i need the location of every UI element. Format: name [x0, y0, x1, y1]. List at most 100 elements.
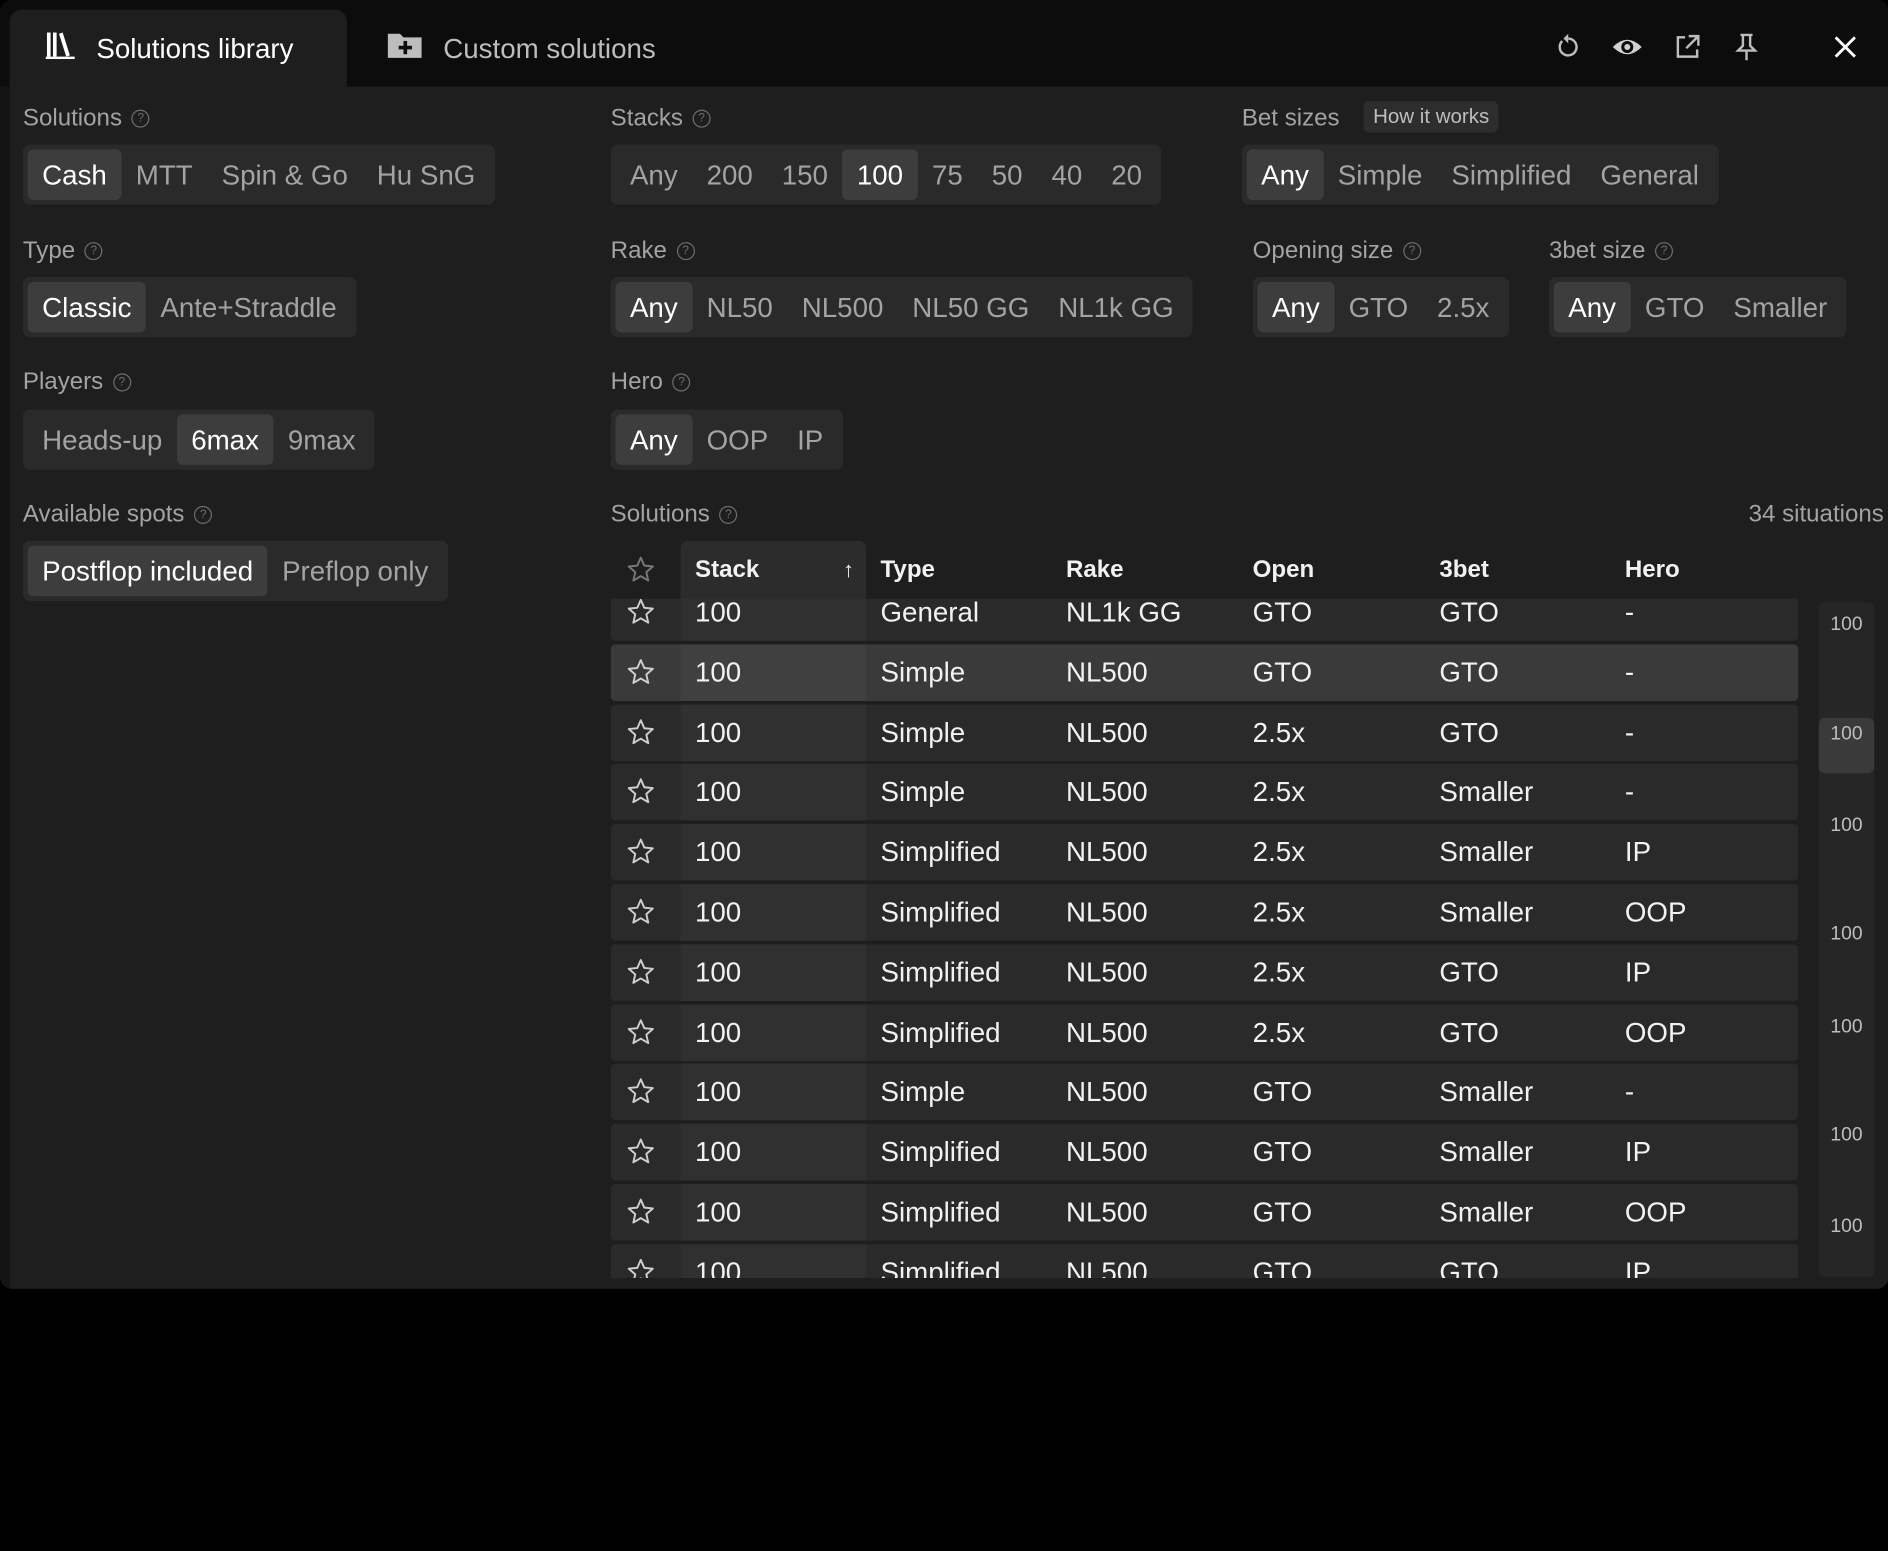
cell-rake: NL500 — [1065, 716, 1148, 748]
solutions-option[interactable]: MTT — [121, 149, 207, 200]
favorite-star-icon[interactable] — [626, 1017, 655, 1046]
threebet-option[interactable]: Smaller — [1719, 282, 1842, 333]
opening-filter-label: Opening size? — [1253, 237, 1422, 265]
opening-option[interactable]: 2.5x — [1423, 282, 1504, 333]
help-icon[interactable]: ? — [1655, 242, 1674, 261]
table-row[interactable]: 100 General NL1k GG GTO GTO - — [610, 598, 1799, 641]
table-row[interactable]: 100 Simplified NL500 GTO Smaller IP — [610, 1124, 1799, 1181]
help-icon[interactable]: ? — [719, 505, 738, 524]
help-icon[interactable]: ? — [1402, 242, 1422, 261]
favorite-star-icon[interactable] — [626, 598, 655, 627]
table-row[interactable]: 100 Simplified NL500 2.5x Smaller IP — [610, 824, 1799, 881]
cell-3bet: Smaller — [1439, 896, 1534, 928]
players-option[interactable]: Heads-up — [28, 414, 177, 465]
stacks-option[interactable]: 150 — [767, 149, 842, 200]
table-row[interactable]: 100 Simple NL500 2.5x Smaller - — [610, 764, 1799, 821]
favorite-column-star-icon[interactable] — [626, 541, 655, 599]
help-icon[interactable]: ? — [131, 109, 150, 128]
table-row[interactable]: 100 Simplified NL500 2.5x GTO IP — [610, 944, 1799, 1001]
pin-icon[interactable] — [1728, 29, 1764, 65]
table-row[interactable]: 100 Simplified NL500 2.5x GTO OOP — [610, 1004, 1799, 1061]
spots-option[interactable]: Postflop included — [27, 545, 268, 597]
threebet-option[interactable]: GTO — [1630, 282, 1718, 333]
cell-3bet: GTO — [1439, 1256, 1499, 1278]
reset-icon[interactable] — [1550, 29, 1586, 65]
table-scrollbar[interactable]: 100 100 100 100 100 100 100 — [1818, 602, 1875, 1277]
close-icon[interactable] — [1827, 29, 1863, 65]
table-row[interactable]: 100 Simple NL500 2.5x GTO - — [610, 704, 1799, 761]
stacks-option[interactable]: 75 — [918, 149, 978, 200]
rake-option[interactable]: NL50 — [692, 282, 787, 333]
tab-solutions-library[interactable]: Solutions library — [9, 9, 347, 87]
betsizes-option[interactable]: General — [1586, 149, 1713, 200]
stacks-option[interactable]: Any — [615, 149, 692, 200]
stacks-option[interactable]: 200 — [692, 149, 767, 200]
cell-hero: - — [1624, 716, 1635, 748]
betsizes-option[interactable]: Any — [1246, 149, 1324, 200]
stacks-option[interactable]: 40 — [1037, 149, 1097, 200]
favorite-star-icon[interactable] — [626, 1197, 655, 1226]
column-header-rake[interactable]: Rake — [1066, 541, 1124, 599]
help-icon[interactable]: ? — [194, 505, 213, 524]
stacks-option[interactable]: 50 — [977, 149, 1037, 200]
rake-option[interactable]: NL1k GG — [1044, 282, 1188, 333]
tab-label: Solutions library — [96, 31, 294, 64]
opening-option[interactable]: Any — [1257, 281, 1335, 333]
players-option[interactable]: 9max — [273, 414, 370, 465]
rake-option[interactable]: NL50 GG — [898, 282, 1044, 333]
cell-type: Simplified — [880, 896, 1001, 928]
tab-custom-solutions[interactable]: Custom solutions — [385, 10, 656, 87]
table-row[interactable]: 100 Simplified NL500 2.5x Smaller OOP — [610, 884, 1799, 941]
stacks-option[interactable]: 20 — [1097, 149, 1157, 200]
table-row[interactable]: 100 Simple NL500 GTO GTO - — [610, 644, 1799, 701]
favorite-star-icon[interactable] — [626, 837, 655, 866]
hero-option[interactable]: IP — [783, 414, 838, 465]
favorite-star-icon[interactable] — [626, 657, 655, 686]
eye-icon[interactable] — [1609, 29, 1645, 65]
betsizes-option[interactable]: Simple — [1323, 149, 1437, 200]
betsizes-option[interactable]: Simplified — [1437, 149, 1586, 200]
filters-panel: Solutions? Cash MTT Spin & Go Hu SnG Type? … — [9, 86, 1888, 1289]
table-row[interactable]: 100 Simplified NL500 GTO Smaller OOP — [610, 1184, 1799, 1241]
hero-option[interactable]: OOP — [692, 414, 782, 465]
column-header-3bet[interactable]: 3bet — [1439, 541, 1489, 599]
table-row[interactable]: 100 Simplified NL500 GTO GTO IP — [610, 1244, 1799, 1278]
column-header-open[interactable]: Open — [1253, 541, 1315, 599]
opening-segmented: Any GTO 2.5x — [1252, 277, 1509, 338]
favorite-star-icon[interactable] — [626, 1137, 655, 1166]
favorite-star-icon[interactable] — [626, 1257, 655, 1278]
column-header-hero[interactable]: Hero — [1625, 541, 1680, 599]
help-icon[interactable]: ? — [84, 242, 103, 261]
favorite-star-icon[interactable] — [626, 717, 655, 746]
type-option[interactable]: Ante+Straddle — [146, 282, 351, 333]
column-header-stack[interactable]: Stack ↑ — [680, 540, 867, 599]
favorite-star-icon[interactable] — [626, 957, 655, 986]
rake-option[interactable]: NL500 — [787, 282, 898, 333]
hero-option[interactable]: Any — [615, 414, 693, 465]
help-icon[interactable]: ? — [676, 242, 695, 261]
table-row[interactable]: 100 Simple NL500 GTO Smaller - — [610, 1064, 1799, 1121]
favorite-star-icon[interactable] — [626, 1077, 655, 1106]
cell-3bet: GTO — [1439, 956, 1499, 988]
folder-plus-icon — [385, 28, 424, 69]
threebet-option[interactable]: Any — [1553, 281, 1631, 333]
type-option[interactable]: Classic — [27, 281, 146, 333]
rake-option[interactable]: Any — [615, 281, 693, 333]
players-option[interactable]: 6max — [176, 414, 274, 465]
solutions-option[interactable]: Spin & Go — [207, 149, 362, 200]
solutions-option[interactable]: Cash — [27, 149, 122, 200]
favorite-star-icon[interactable] — [626, 777, 655, 806]
how-it-works-link[interactable]: How it works — [1363, 101, 1499, 133]
help-icon[interactable]: ? — [112, 373, 131, 392]
help-icon[interactable]: ? — [692, 109, 711, 128]
solutions-option[interactable]: Hu SnG — [362, 149, 489, 200]
favorite-star-icon[interactable] — [626, 897, 655, 926]
hero-filter-label: Hero? — [611, 369, 691, 397]
stacks-option[interactable]: 100 — [842, 149, 918, 200]
column-header-type[interactable]: Type — [880, 541, 934, 599]
open-external-icon[interactable] — [1669, 29, 1705, 65]
opening-option[interactable]: GTO — [1334, 282, 1422, 333]
help-icon[interactable]: ? — [672, 373, 691, 392]
situations-count: 34 situations — [1748, 501, 1884, 528]
spots-option[interactable]: Preflop only — [268, 546, 443, 597]
